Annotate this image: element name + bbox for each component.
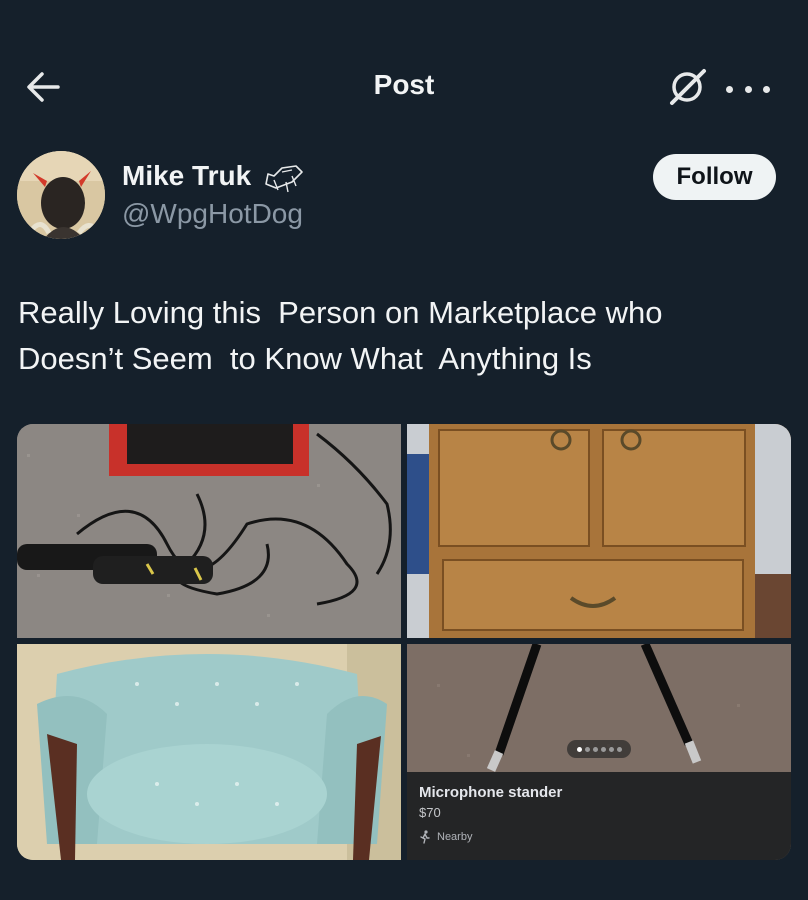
post-text: Really Loving this Person on Marketplace…	[18, 295, 663, 376]
author-handle[interactable]: @WpgHotDog	[122, 198, 303, 230]
marketplace-listing-panel: Microphone stander $70 Nearby	[407, 772, 791, 860]
pager-dot	[584, 746, 590, 752]
pager-dot	[592, 746, 598, 752]
media-image-armchair[interactable]	[17, 644, 401, 860]
media-grid[interactable]: Microphone stander $70 Nearby	[17, 424, 791, 860]
pager-dot	[576, 746, 582, 752]
listing-title: Microphone stander	[419, 784, 563, 801]
follow-button[interactable]: Follow	[653, 154, 776, 200]
pager-dot	[600, 746, 606, 752]
more-dot	[763, 85, 770, 93]
more-dot	[726, 85, 733, 93]
avatar[interactable]	[17, 151, 105, 239]
listing-nearby-label: Nearby	[437, 831, 473, 843]
pager-dot	[608, 746, 614, 752]
listing-price: $70	[419, 805, 441, 820]
media-image-amplifier-microphones[interactable]	[17, 424, 401, 638]
grok-button[interactable]	[664, 67, 712, 107]
image-pager[interactable]	[567, 740, 631, 758]
walking-person-icon	[420, 830, 430, 844]
pager-dot	[616, 746, 622, 752]
media-image-wooden-cabinet[interactable]	[407, 424, 791, 638]
more-dot	[744, 85, 752, 93]
listing-location: Nearby	[419, 830, 472, 844]
more-options-button[interactable]	[726, 83, 770, 95]
top-bar: Post	[0, 55, 808, 119]
media-image-microphone-stand-listing[interactable]: Microphone stander $70 Nearby	[407, 644, 791, 860]
sketch-badge-icon	[265, 165, 303, 193]
grok-icon	[670, 69, 706, 105]
author-name[interactable]: Mike Truk	[122, 160, 251, 192]
